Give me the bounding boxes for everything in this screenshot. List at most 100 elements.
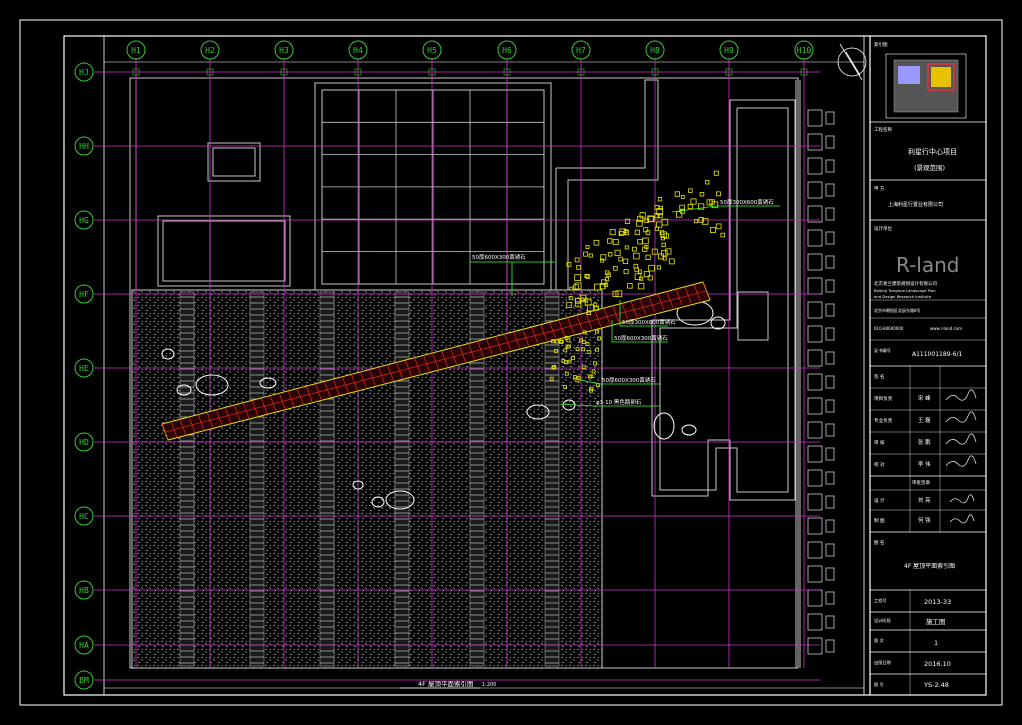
- title-block: 索引图 工程名称 利星行中心项目 (景观范围) 甲 方 上海利星行置业有限公司 …: [870, 41, 986, 695]
- facade-unit-small: [825, 615, 835, 629]
- paver-stripe: [179, 291, 195, 667]
- facade-unit: [807, 517, 823, 535]
- job-no: 2013-33: [924, 598, 951, 606]
- facade-unit: [807, 565, 823, 583]
- facade-unit: [807, 133, 823, 151]
- scattered-paver: [656, 221, 663, 228]
- review-role-name: 刘 亮: [918, 496, 931, 504]
- facade-unit-small: [825, 543, 835, 557]
- scattered-paver: [637, 239, 643, 245]
- scattered-paver: [687, 203, 693, 210]
- facade-unit-small: [825, 135, 835, 149]
- paver-stripe: [544, 291, 560, 667]
- grid-label-H9: H9: [724, 46, 734, 55]
- facade-unit-small: [825, 639, 835, 653]
- equipment-box-inner: [162, 220, 286, 282]
- facade-unit: [807, 445, 823, 463]
- paver-stripe: [319, 291, 335, 667]
- facade-unit-small: [825, 303, 835, 317]
- scattered-paver: [633, 252, 640, 260]
- facade-unit-small: [825, 351, 835, 365]
- grid-label-HC: HC: [79, 512, 89, 521]
- annotation-5: 50厚600X300黄锈石: [602, 376, 656, 384]
- grid-label-H7: H7: [576, 46, 586, 55]
- rock: [681, 424, 697, 436]
- scattered-paver: [613, 266, 618, 271]
- hatch-opening-inner: [212, 147, 256, 177]
- facade-unit-small: [825, 447, 835, 461]
- facade-unit-small: [825, 279, 835, 293]
- scattered-paver: [658, 205, 664, 210]
- facade-unit-small: [825, 399, 835, 413]
- project-label: 工程名称: [874, 126, 892, 133]
- scattered-paver: [642, 237, 649, 245]
- facade-unit: [807, 277, 823, 295]
- scattered-paver: [710, 227, 716, 233]
- scattered-paver: [705, 180, 710, 185]
- facade-unit: [807, 253, 823, 271]
- facade-unit-small: [825, 207, 835, 221]
- firm-line3: and Design Research Institute: [874, 294, 932, 299]
- review-role-label: 制 图: [874, 517, 885, 524]
- scattered-paver: [624, 245, 629, 250]
- scattered-paver: [720, 232, 726, 238]
- role-label: 专业负责: [874, 417, 893, 424]
- facade-unit-small: [825, 567, 835, 581]
- scattered-paver: [623, 269, 629, 275]
- facade-unit-small: [825, 255, 835, 269]
- job-no-label: 工程号: [874, 597, 887, 604]
- scattered-paver: [699, 191, 705, 197]
- equipment-box: [157, 215, 291, 287]
- facade-unit: [807, 493, 823, 511]
- grid-label-H2: H2: [205, 46, 215, 55]
- review-rows: 设 计 刘 亮制 图 何 强: [874, 494, 975, 524]
- plan-caption-scale: 1:200: [482, 682, 496, 688]
- facade-unit-small: [825, 327, 835, 341]
- parapet-panel: [737, 291, 769, 341]
- role-label: 审 核: [874, 439, 885, 446]
- scattered-paver: [634, 229, 640, 236]
- annotation-3: 50厚300X600黄锈石: [622, 318, 676, 326]
- sheet-label: 图 号: [874, 682, 884, 688]
- role-name: 李 伟: [918, 460, 931, 468]
- firm-logo: R-land: [896, 253, 960, 277]
- scattered-paver: [656, 265, 662, 270]
- scattered-paver: [680, 194, 685, 199]
- scattered-paver: [614, 249, 621, 256]
- client-name: 上海利星行置业有限公司: [888, 201, 943, 208]
- grid-label-HG: HG: [79, 216, 89, 225]
- scattered-paver: [618, 256, 623, 262]
- scattered-paver: [648, 264, 655, 272]
- firm-phone: 010-84600000: [874, 326, 904, 331]
- scattered-paver: [588, 253, 593, 258]
- grid-label-HE: HE: [79, 364, 89, 373]
- version-label: 版 次: [874, 637, 885, 644]
- scattered-paver: [674, 191, 680, 197]
- facade-unit-small: [825, 591, 835, 605]
- scattered-paver: [607, 238, 613, 244]
- review-role-name: 何 强: [918, 516, 931, 524]
- paver-stripe: [394, 291, 410, 667]
- gravel-field: [131, 289, 603, 669]
- role-name: 王 磊: [918, 417, 931, 424]
- scattered-paver: [576, 264, 582, 270]
- scattered-paver: [627, 283, 633, 289]
- annotation-2: 50厚600X300黄锈石: [472, 253, 526, 261]
- signature: [945, 411, 977, 423]
- grid-label-HD: HD: [79, 438, 89, 447]
- north-arrow-needle: [845, 51, 861, 76]
- key-plan-block: [898, 66, 920, 84]
- scattered-paver: [574, 257, 580, 263]
- date-label: 出图日期: [874, 659, 891, 666]
- version: 1: [934, 639, 938, 647]
- facade-unit: [807, 397, 823, 415]
- planter-outline: [555, 79, 659, 291]
- facade-unit-small: [825, 111, 835, 125]
- facade-unit: [807, 637, 823, 655]
- title-label: 图 名: [874, 539, 884, 546]
- annotation-6: φ3-10 黑色鹅卵石: [596, 398, 642, 406]
- rock: [653, 412, 675, 440]
- facade-unit-small: [825, 183, 835, 197]
- scattered-paver: [583, 251, 589, 257]
- role-rows: 项目负责 宋 峰专业负责 王 磊审 核 张 鹏校 对 李 伟: [874, 389, 977, 468]
